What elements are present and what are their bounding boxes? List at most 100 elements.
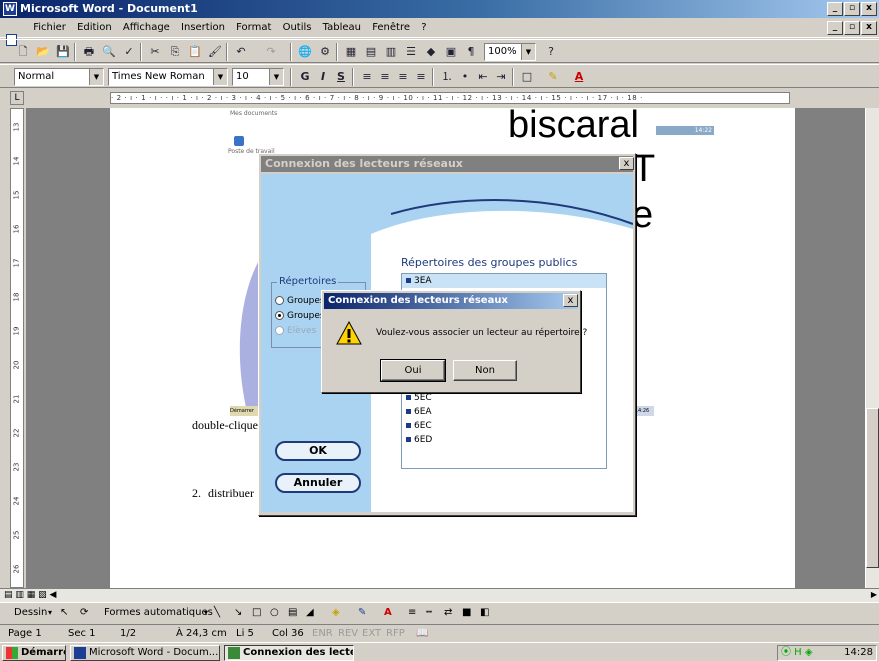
vertical-scrollbar[interactable] xyxy=(865,108,879,588)
no-button[interactable]: Non xyxy=(453,360,517,381)
chevron-down-icon[interactable]: ▼ xyxy=(213,69,227,85)
menu-affichage[interactable]: Affichage xyxy=(119,18,174,38)
horizontal-scrollbar[interactable]: ▤ ▥ ▦ ▧ ◀ ▶ xyxy=(0,588,879,602)
menu-fichier[interactable]: Fichier xyxy=(29,18,70,38)
align-right-icon[interactable]: ≡ xyxy=(394,68,412,85)
increase-indent-icon[interactable]: ⇥ xyxy=(492,68,510,85)
menu-outils[interactable]: Outils xyxy=(279,18,316,38)
status-rev[interactable]: REV xyxy=(338,625,358,642)
show-hide-icon[interactable]: ¶ xyxy=(462,43,480,60)
zoom-select[interactable]: 100% ▼ xyxy=(484,43,536,61)
draw-menu[interactable]: Dessin xyxy=(14,603,47,623)
chevron-down-icon[interactable]: ▼ xyxy=(269,69,283,85)
start-button[interactable]: Démarrer xyxy=(2,645,66,661)
numbering-icon[interactable]: ⒈ xyxy=(438,68,456,85)
word-icon[interactable]: W xyxy=(3,2,17,16)
list-item[interactable]: 5EC xyxy=(406,392,432,404)
menu-edition[interactable]: Edition xyxy=(73,18,116,38)
status-rfp[interactable]: RFP xyxy=(386,625,405,642)
open-icon[interactable]: 📂 xyxy=(34,43,52,60)
justify-icon[interactable]: ≡ xyxy=(412,68,430,85)
spelling-icon[interactable]: ✓ xyxy=(120,43,138,60)
wordart-icon[interactable]: ◢ xyxy=(306,603,314,623)
confirm-close-button[interactable]: x xyxy=(563,294,578,307)
chevron-down-icon[interactable]: ▼ xyxy=(521,44,535,60)
print-icon[interactable]: 🖶 xyxy=(80,43,98,60)
task-word[interactable]: Microsoft Word - Docum... xyxy=(70,645,220,661)
highlight-icon[interactable]: ✎ xyxy=(544,68,562,85)
restore-button[interactable]: ▫ xyxy=(844,2,860,16)
menu-format[interactable]: Format xyxy=(232,18,275,38)
tray-icons[interactable]: ⦿ H ◈ xyxy=(778,646,813,660)
scroll-thumb[interactable] xyxy=(866,408,879,568)
ellipse-icon[interactable]: ○ xyxy=(270,603,279,623)
size-select[interactable]: 10 ▼ xyxy=(232,68,284,86)
rectangle-icon[interactable]: □ xyxy=(252,603,261,623)
task-connexion[interactable]: Connexion des lecteu... xyxy=(224,645,354,661)
style-select[interactable]: Normal ▼ xyxy=(14,68,104,86)
doc-close-button[interactable]: x xyxy=(861,21,877,35)
document-map-icon[interactable]: ▣ xyxy=(442,43,460,60)
insert-table-icon[interactable]: ▤ xyxy=(362,43,380,60)
close-button[interactable]: x xyxy=(861,2,877,16)
italic-icon[interactable]: I xyxy=(314,68,332,85)
new-icon[interactable]: 🗋 xyxy=(14,43,32,60)
list-item[interactable]: 6EA xyxy=(406,406,432,418)
menu-help[interactable]: ? xyxy=(417,18,430,38)
vertical-ruler[interactable]: 13 14 15 16 17 18 19 20 21 22 23 24 25 2… xyxy=(10,108,24,588)
format-painter-icon[interactable]: 🖌 xyxy=(206,43,224,60)
textbox-icon[interactable]: ▤ xyxy=(288,603,297,623)
align-center-icon[interactable]: ≡ xyxy=(376,68,394,85)
bold-icon[interactable]: G xyxy=(296,68,314,85)
save-icon[interactable]: 💾 xyxy=(54,43,72,60)
undo-icon[interactable]: ↶ xyxy=(232,43,250,60)
chevron-down-icon[interactable]: ▾ xyxy=(204,603,208,623)
3d-icon[interactable]: ◧ xyxy=(480,603,489,623)
decrease-indent-icon[interactable]: ⇤ xyxy=(474,68,492,85)
line-icon[interactable]: ╲ xyxy=(214,603,220,623)
tab-selector[interactable]: L xyxy=(10,91,24,105)
arrow-style-icon[interactable]: ⇄ xyxy=(444,603,452,623)
menu-fenetre[interactable]: Fenêtre xyxy=(368,18,414,38)
minimize-button[interactable]: _ xyxy=(827,2,843,16)
list-item[interactable]: 6ED xyxy=(406,434,432,446)
line-color-icon[interactable]: ✎ xyxy=(358,603,366,623)
insert-excel-icon[interactable]: ▥ xyxy=(382,43,400,60)
tables-borders-icon[interactable]: ▦ xyxy=(342,43,360,60)
spelling-status-icon[interactable]: 📖 xyxy=(416,625,428,642)
cut-icon[interactable]: ✂ xyxy=(146,43,164,60)
help-icon[interactable]: ? xyxy=(542,43,560,60)
line-style-icon[interactable]: ≡ xyxy=(408,603,416,623)
select-pointer-icon[interactable]: ↖ xyxy=(60,603,68,623)
drawing-icon[interactable]: ◆ xyxy=(422,43,440,60)
doc-minimize-button[interactable]: _ xyxy=(827,21,843,35)
menu-tableau[interactable]: Tableau xyxy=(319,18,365,38)
chevron-down-icon[interactable]: ▾ xyxy=(48,603,52,623)
status-ext[interactable]: EXT xyxy=(362,625,381,642)
font-color-draw-icon[interactable]: A xyxy=(384,603,392,623)
border-icon[interactable]: □ xyxy=(518,68,536,85)
doc-restore-button[interactable]: ▫ xyxy=(844,21,860,35)
menu-insertion[interactable]: Insertion xyxy=(177,18,229,38)
arrow-icon[interactable]: ↘ xyxy=(234,603,242,623)
list-item[interactable]: 6EC xyxy=(406,420,432,432)
fill-color-icon[interactable]: ◈ xyxy=(332,603,340,623)
columns-icon[interactable]: ☰ xyxy=(402,43,420,60)
web-toolbar-icon[interactable]: ⚙ xyxy=(316,43,334,60)
redo-icon[interactable]: ↷ xyxy=(262,43,280,60)
paste-icon[interactable]: 📋 xyxy=(186,43,204,60)
view-buttons[interactable]: ▤ ▥ ▦ ▧ ◀ xyxy=(4,589,56,601)
underline-icon[interactable]: S xyxy=(332,68,350,85)
status-enr[interactable]: ENR xyxy=(312,625,333,642)
list-item[interactable]: 3EA xyxy=(406,275,432,287)
autoshapes-menu[interactable]: Formes automatiques xyxy=(104,603,213,623)
cancel-button[interactable]: Annuler xyxy=(275,473,361,493)
bullets-icon[interactable]: • xyxy=(456,68,474,85)
shadow-icon[interactable]: ■ xyxy=(462,603,471,623)
scroll-right-icon[interactable]: ▶ xyxy=(871,589,877,601)
copy-icon[interactable]: ⎘ xyxy=(166,43,184,60)
rotate-icon[interactable]: ⟳ xyxy=(80,603,88,623)
ruler-scale[interactable]: · 2 · ı · 1 · ı · · ı · 1 · ı · 2 · ı · … xyxy=(110,92,790,104)
radio-eleves[interactable]: Elèves xyxy=(275,326,316,336)
dialog-close-button[interactable]: x xyxy=(619,157,634,170)
